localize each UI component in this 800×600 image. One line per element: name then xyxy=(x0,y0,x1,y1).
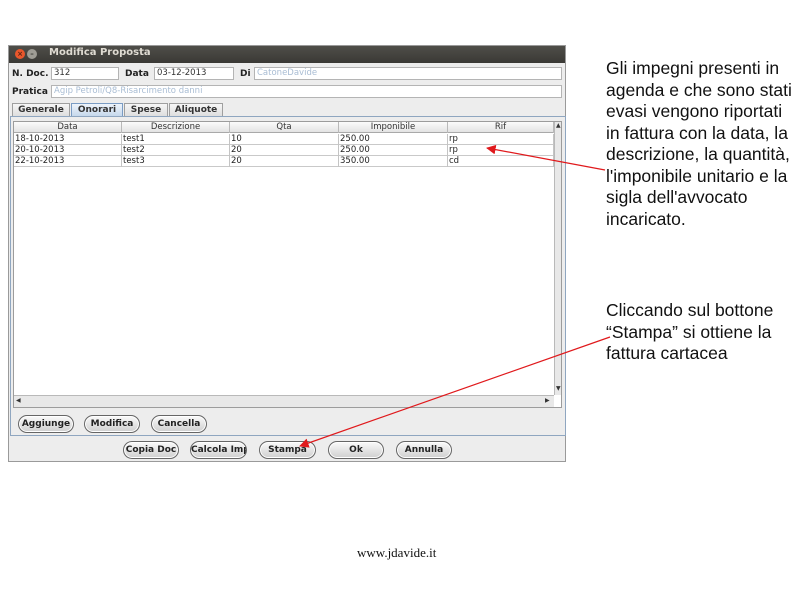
cell-imponibile: 350.00 xyxy=(339,156,448,167)
annotation-table-note: Gli impegni presenti in agenda e che son… xyxy=(606,58,792,229)
scroll-left-icon[interactable]: ◀ xyxy=(16,397,21,405)
cell-descrizione: test2 xyxy=(122,145,230,156)
cell-rif: cd xyxy=(448,156,554,167)
ndoc-label: N. Doc. xyxy=(12,69,49,79)
calcola-imp-button[interactable]: Calcola Imp xyxy=(190,441,247,459)
cell-data: 20-10-2013 xyxy=(14,145,122,156)
pratica-label: Pratica xyxy=(12,87,48,97)
annotation-stampa-note: Cliccando sul bottone “Stampa” si ottien… xyxy=(606,300,774,363)
scroll-down-icon[interactable]: ▼ xyxy=(556,385,561,393)
annulla-button[interactable]: Annulla xyxy=(396,441,452,459)
tab-aliquote[interactable]: Aliquote xyxy=(169,103,223,116)
modifica-proposta-window: × – Modifica Proposta N. Doc. 312 Data 0… xyxy=(8,45,566,462)
cancella-button[interactable]: Cancella xyxy=(151,415,207,433)
aggiunge-button[interactable]: Aggiunge xyxy=(18,415,74,433)
cell-data: 18-10-2013 xyxy=(14,134,122,145)
column-header-imponibile[interactable]: Imponibile xyxy=(339,122,448,133)
window-title: Modifica Proposta xyxy=(49,47,151,58)
cell-descrizione: test3 xyxy=(122,156,230,167)
scroll-up-icon[interactable]: ▲ xyxy=(556,122,561,130)
table-header: Data Descrizione Qta Imponibile Rif xyxy=(14,122,554,133)
cell-imponibile: 250.00 xyxy=(339,145,448,156)
cell-rif: rp xyxy=(448,145,554,156)
cell-rif: rp xyxy=(448,134,554,145)
scroll-right-icon[interactable]: ▶ xyxy=(545,397,550,405)
close-icon[interactable]: × xyxy=(15,49,25,59)
table-row[interactable]: 20-10-2013 test2 20 250.00 rp xyxy=(14,145,554,156)
data-label: Data xyxy=(125,69,149,79)
table-row[interactable]: 18-10-2013 test1 10 250.00 rp xyxy=(14,134,554,145)
ok-button[interactable]: Ok xyxy=(328,441,384,459)
horizontal-scrollbar[interactable]: ◀ ▶ xyxy=(14,395,554,407)
cell-imponibile: 250.00 xyxy=(339,134,448,145)
tab-generale[interactable]: Generale xyxy=(12,103,70,116)
column-header-rif[interactable]: Rif xyxy=(448,122,554,133)
footer-url: www.jdavide.it xyxy=(357,545,437,560)
copia-doc-button[interactable]: Copia Doc xyxy=(123,441,179,459)
ndoc-field[interactable]: 312 xyxy=(51,67,119,80)
column-header-descrizione[interactable]: Descrizione xyxy=(122,122,230,133)
onorari-table: Data Descrizione Qta Imponibile Rif 18-1… xyxy=(13,121,562,408)
stampa-button[interactable]: Stampa xyxy=(259,441,316,459)
table-row[interactable]: 22-10-2013 test3 20 350.00 cd xyxy=(14,156,554,167)
modifica-button[interactable]: Modifica xyxy=(84,415,140,433)
onorari-panel: Data Descrizione Qta Imponibile Rif 18-1… xyxy=(10,116,566,436)
di-field[interactable]: CatoneDavide xyxy=(254,67,562,80)
column-header-qta[interactable]: Qta xyxy=(230,122,339,133)
column-header-data[interactable]: Data xyxy=(14,122,122,133)
cell-data: 22-10-2013 xyxy=(14,156,122,167)
di-label: Di xyxy=(240,69,251,79)
cell-qta: 10 xyxy=(230,134,339,145)
tab-onorari[interactable]: Onorari xyxy=(71,103,123,116)
vertical-scrollbar[interactable]: ▲ ▼ xyxy=(554,122,561,395)
pratica-field[interactable]: Agip Petroli/Q8-Risarcimento danni xyxy=(51,85,562,98)
tab-spese[interactable]: Spese xyxy=(124,103,168,116)
cell-qta: 20 xyxy=(230,156,339,167)
data-field[interactable]: 03-12-2013 xyxy=(154,67,234,80)
minimize-icon[interactable]: – xyxy=(27,49,37,59)
window-titlebar: × – Modifica Proposta xyxy=(9,46,565,63)
cell-qta: 20 xyxy=(230,145,339,156)
cell-descrizione: test1 xyxy=(122,134,230,145)
